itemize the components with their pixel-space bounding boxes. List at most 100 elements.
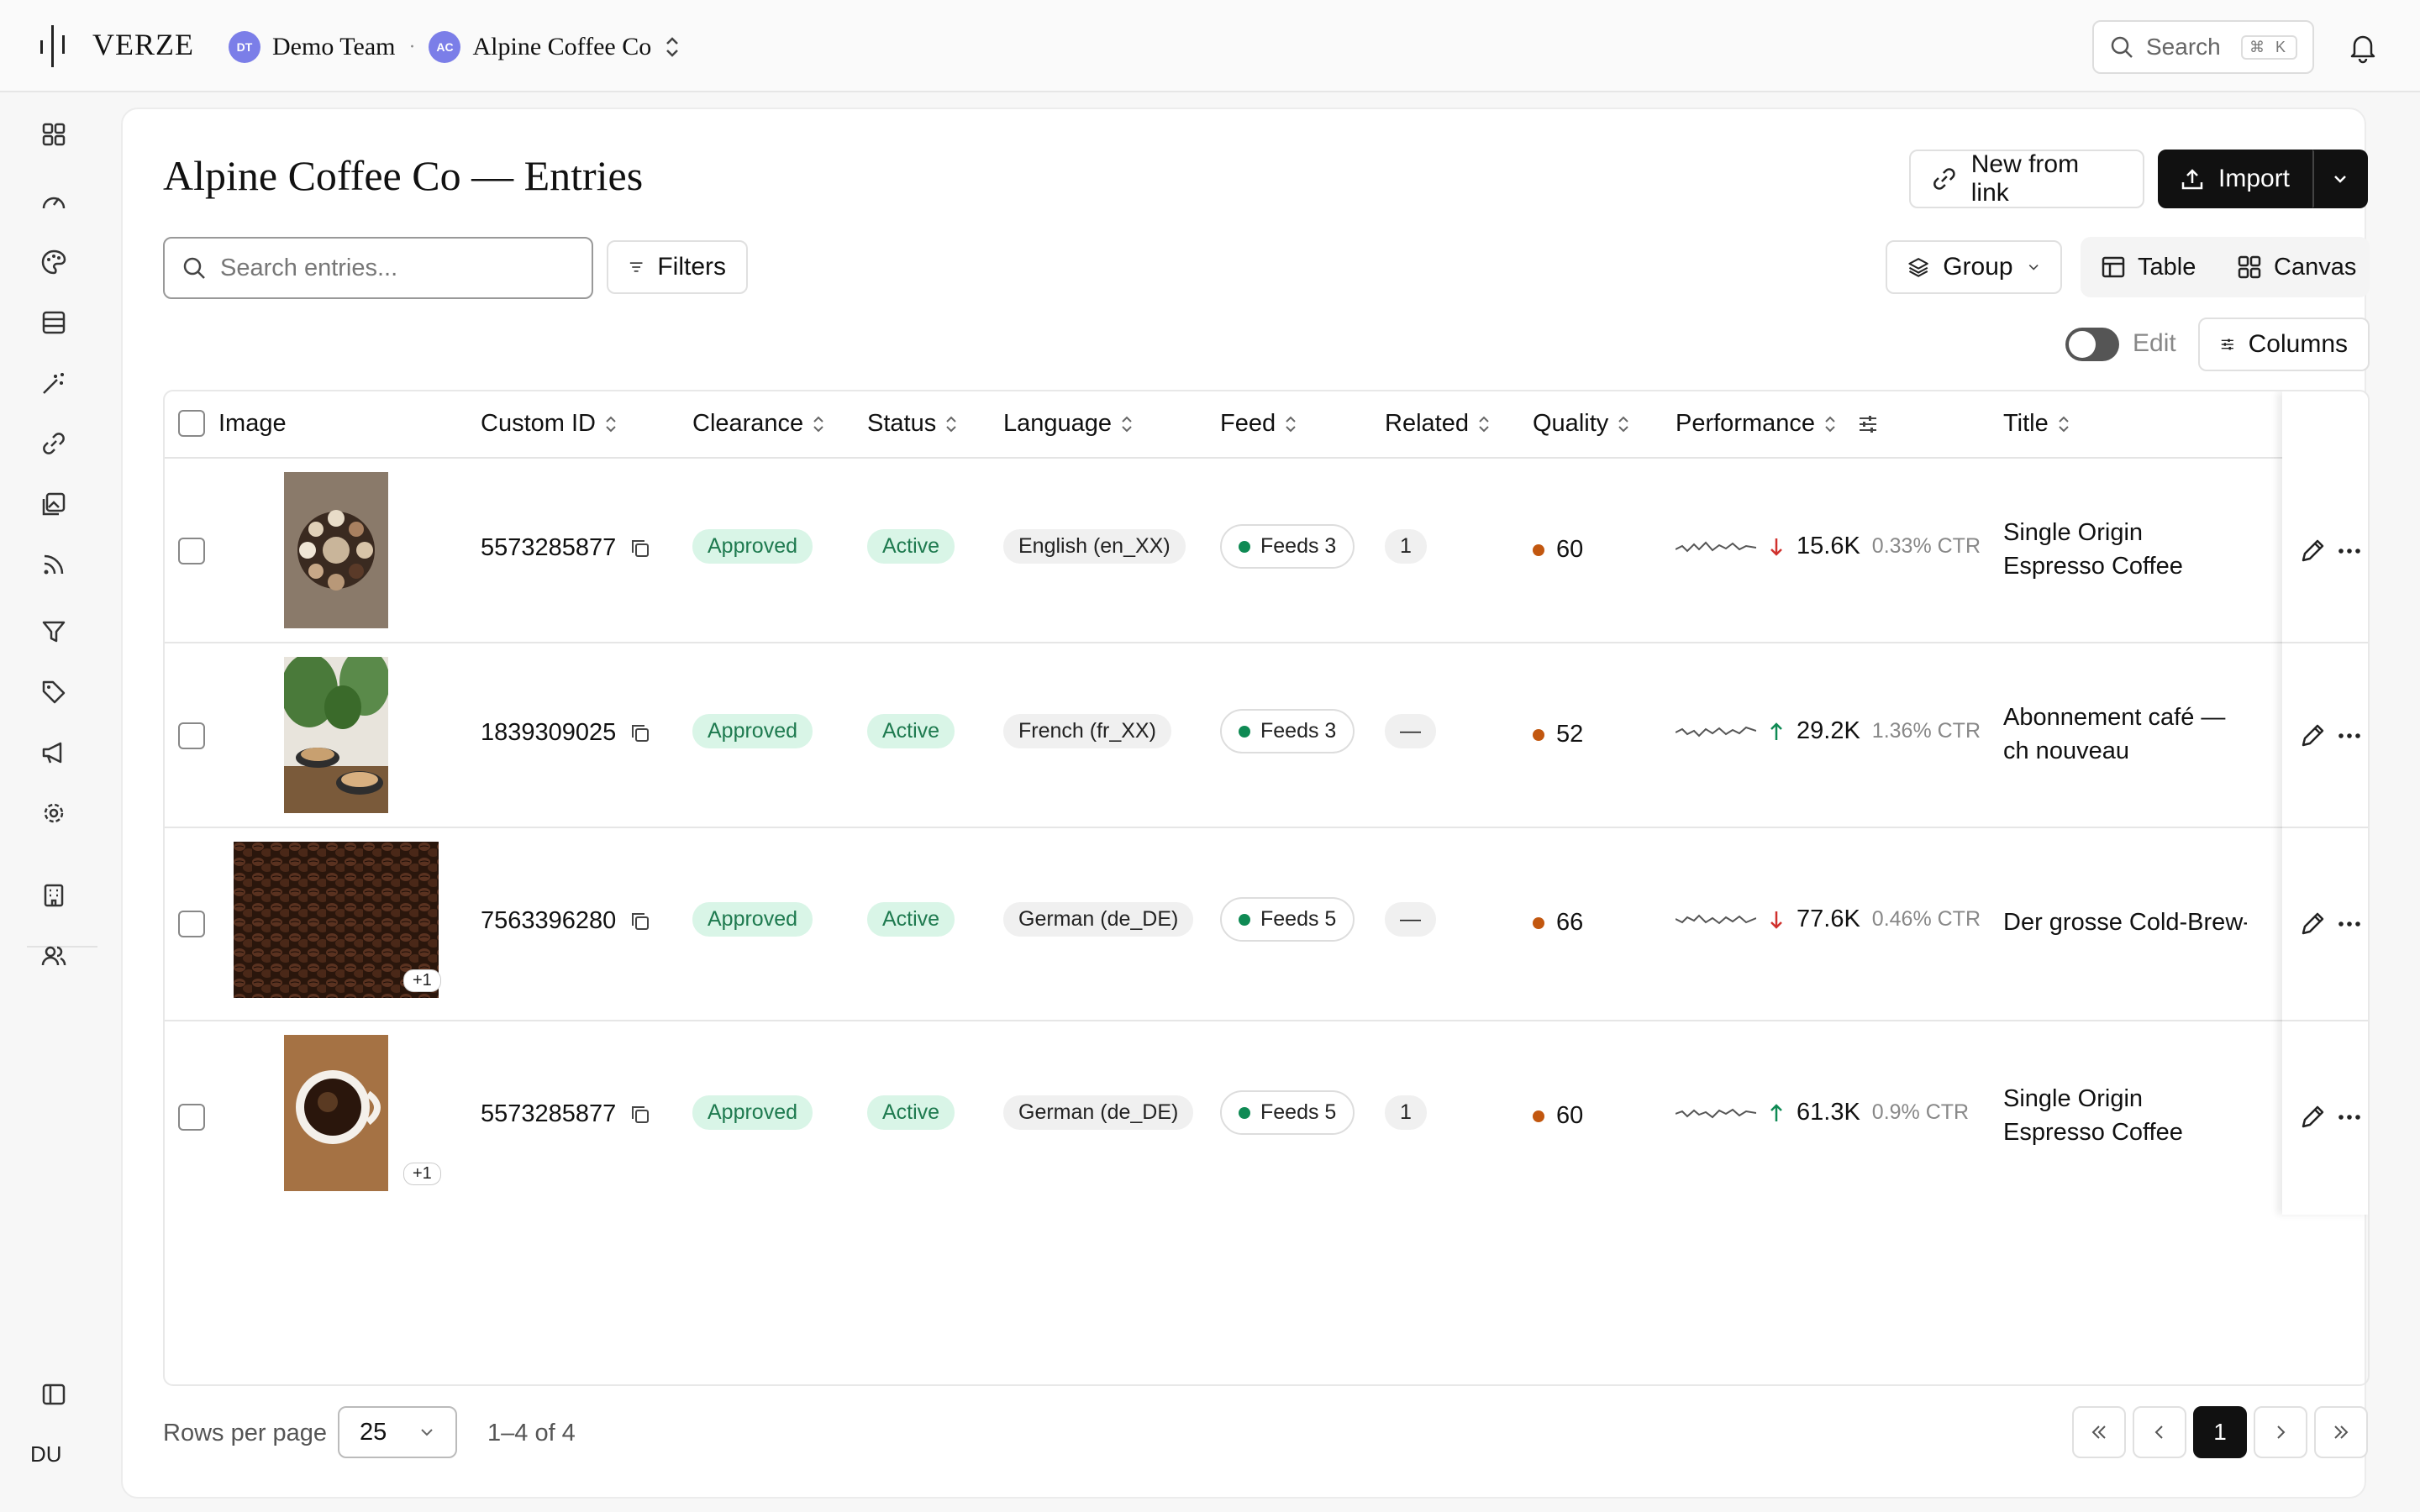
related-count[interactable]: 1 [1385,1095,1427,1130]
header-custom-id[interactable]: Custom ID [481,410,618,438]
row-checkbox[interactable] [178,538,205,564]
feed-pill[interactable]: Feeds 5 [1220,897,1355,942]
entry-image[interactable] [284,472,388,628]
images-icon[interactable] [37,487,71,521]
page-title: Alpine Coffee Co — Entries [163,152,644,199]
gear-icon[interactable] [37,796,71,830]
related-count[interactable]: 1 [1385,529,1427,564]
quality-score: 66 [1556,909,1584,936]
copy-icon[interactable] [629,722,651,744]
import-menu-button[interactable] [2312,150,2368,208]
table-row[interactable]: +1 5573285877 Approved Active German (de… [165,1021,2368,1215]
chevron-up-down-icon[interactable] [663,34,681,60]
gauge-icon[interactable] [37,185,71,218]
custom-id: 5573285877 [481,534,617,561]
performance-cell: 61.3K 0.9% CTR [1676,1099,1969,1126]
header-clearance[interactable]: Clearance [692,410,825,438]
header-language[interactable]: Language [1003,410,1134,438]
row-checkbox[interactable] [178,722,205,749]
magic-wand-icon[interactable] [37,366,71,400]
header-feed[interactable]: Feed [1220,410,1297,438]
extra-images-badge[interactable]: +1 [403,1163,441,1185]
import-button[interactable]: Import [2158,150,2314,208]
performance-value: 77.6K [1797,906,1860,932]
table-icon[interactable] [37,306,71,339]
header-status[interactable]: Status [867,410,958,438]
columns-button[interactable]: Columns [2198,318,2370,371]
more-icon[interactable] [2338,724,2361,748]
related-count[interactable]: — [1385,714,1436,748]
header-related[interactable]: Related [1385,410,1491,438]
select-all-checkbox[interactable] [178,410,205,437]
quality-cell: 52 [1533,721,1583,748]
more-icon[interactable] [2338,912,2361,936]
edit-label: Edit [2133,329,2176,357]
header-performance[interactable]: Performance [1676,410,1879,438]
link-icon[interactable] [37,427,71,460]
more-icon[interactable] [2338,539,2361,563]
first-page-button[interactable] [2072,1406,2126,1458]
next-page-button[interactable] [2254,1406,2307,1458]
row-checkbox[interactable] [178,1104,205,1131]
feed-pill[interactable]: Feeds 3 [1220,524,1355,569]
rows-per-page-select[interactable]: 25 [338,1406,457,1458]
users-icon[interactable] [37,939,71,973]
custom-id-cell: 1839309025 [481,719,651,747]
feed-icon[interactable] [37,548,71,581]
pencil-icon[interactable] [2299,538,2326,564]
search-entries-input[interactable]: Search entries... [163,237,593,299]
feed-status-dot [1239,913,1250,926]
prev-page-button[interactable] [2133,1406,2186,1458]
page-1-button[interactable]: 1 [2193,1406,2247,1458]
group-button[interactable]: Group [1886,240,2062,294]
header-title[interactable]: Title [2003,410,2070,438]
entry-title: Abonnement café — ch nouveau [2003,704,2226,764]
pencil-icon[interactable] [2299,1104,2326,1131]
filter-lines-icon [629,262,643,272]
language-badge: English (en_XX) [1003,529,1186,564]
breadcrumb[interactable]: DT Demo Team · AC Alpine Coffee Co [229,29,681,66]
entry-image[interactable] [284,1035,388,1191]
related-count[interactable]: — [1385,902,1436,937]
view-table-button[interactable]: Table [2087,242,2209,292]
extra-images-badge[interactable]: +1 [403,969,441,992]
row-checkbox[interactable] [178,911,205,937]
brand-name[interactable]: Alpine Coffee Co [472,33,651,61]
entry-title: Der grosse Cold-Brew- [2003,909,2247,936]
chevrons-right-icon [2334,1425,2349,1439]
copy-icon[interactable] [629,1104,651,1126]
edit-toggle[interactable] [2065,328,2119,361]
dashboard-icon[interactable] [37,118,71,151]
copy-icon[interactable] [629,538,651,559]
header-quality[interactable]: Quality [1533,410,1630,438]
view-canvas-button[interactable]: Canvas [2223,242,2370,292]
new-from-link-button[interactable]: New from link [1909,150,2144,208]
more-icon[interactable] [2338,1105,2361,1129]
global-search[interactable]: Search ⌘ K [2092,20,2314,74]
bell-icon[interactable] [2346,30,2380,64]
table-row[interactable]: 1839309025 Approved Active French (fr_XX… [165,643,2368,828]
feed-pill[interactable]: Feeds 3 [1220,709,1355,753]
feed-pill[interactable]: Feeds 5 [1220,1090,1355,1135]
last-page-button[interactable] [2314,1406,2368,1458]
building-icon[interactable] [37,879,71,912]
import-label: Import [2218,165,2291,192]
table-row[interactable]: 5573285877 Approved Active English (en_X… [165,459,2368,643]
sidebar-toggle-icon[interactable] [37,1378,71,1411]
filters-button[interactable]: Filters [607,240,748,294]
quality-dot [1533,543,1544,556]
arrow-down-icon [1770,911,1782,929]
filter-icon[interactable] [37,615,71,648]
user-avatar[interactable]: DU [30,1441,62,1467]
megaphone-icon[interactable] [37,736,71,769]
copy-icon[interactable] [629,911,651,932]
pencil-icon[interactable] [2299,911,2326,937]
entry-image[interactable] [284,657,388,813]
sort-icon [2059,416,2069,432]
table-row[interactable]: +1 7563396280 Approved Active German (de… [165,828,2368,1021]
pencil-icon[interactable] [2299,722,2326,749]
tag-icon[interactable] [37,675,71,709]
clearance-badge: Approved [692,1095,813,1130]
palette-icon[interactable] [37,245,71,279]
team-name[interactable]: Demo Team [272,33,395,61]
